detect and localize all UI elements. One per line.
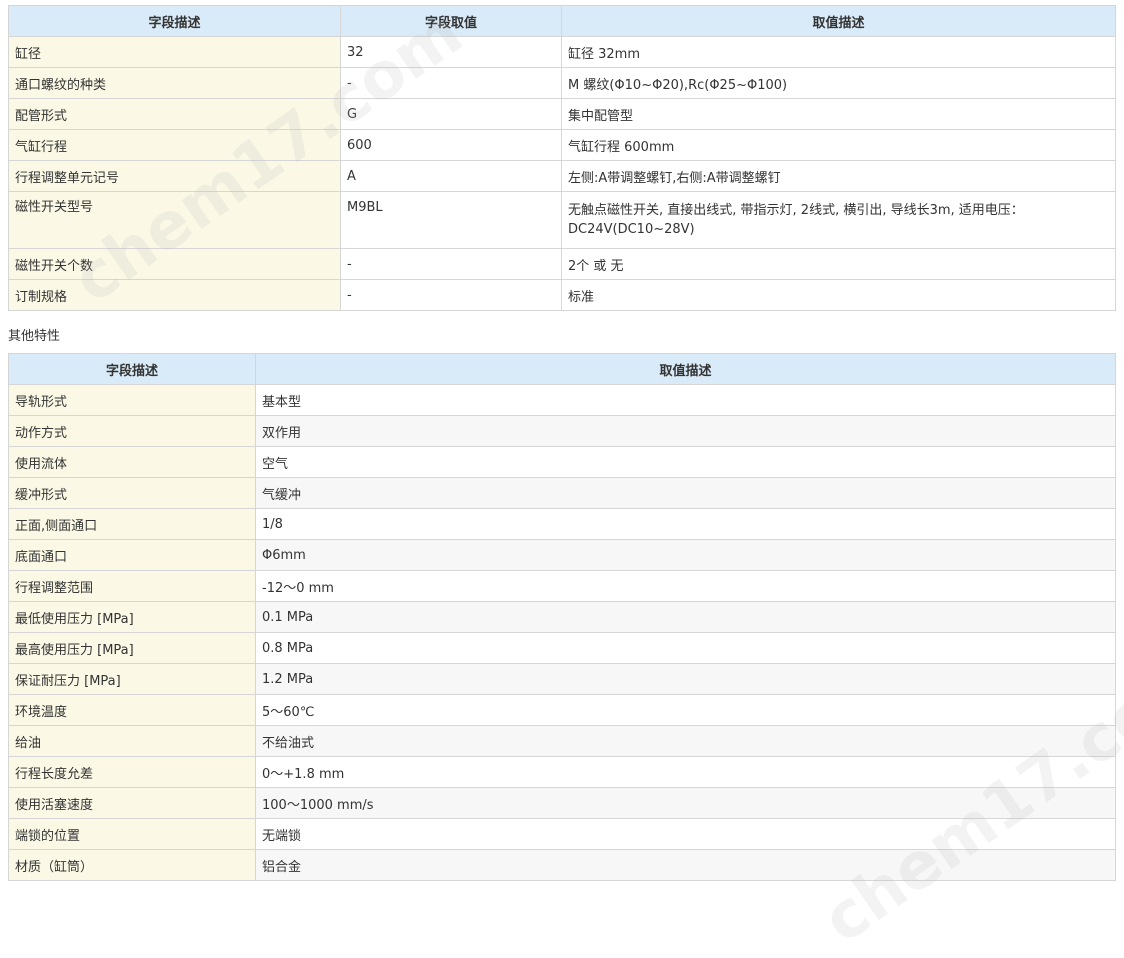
field-cell: 动作方式 — [8, 415, 256, 447]
table-row: 行程调整单元记号 A 左侧:A带调整螺钉,右侧:A带调整螺钉 — [8, 160, 1116, 192]
field-cell: 端锁的位置 — [8, 818, 256, 850]
table-row: 材质（缸筒） 铝合金 — [8, 849, 1116, 881]
field-cell: 行程长度允差 — [8, 756, 256, 788]
desc-cell: 无端锁 — [255, 818, 1116, 850]
field-cell: 行程调整范围 — [8, 570, 256, 602]
field-cell: 底面通口 — [8, 539, 256, 571]
field-cell: 使用活塞速度 — [8, 787, 256, 819]
desc-cell: 5～60℃ — [255, 694, 1116, 726]
table-row: 气缸行程 600 气缸行程 600mm — [8, 129, 1116, 161]
desc-cell: 1/8 — [255, 508, 1116, 540]
table-row: 动作方式 双作用 — [8, 415, 1116, 447]
value-cell: M9BL — [340, 191, 562, 249]
field-cell: 缓冲形式 — [8, 477, 256, 509]
desc-cell: 不给油式 — [255, 725, 1116, 757]
desc-cell: 1.2 MPa — [255, 663, 1116, 695]
desc-cell: 左侧:A带调整螺钉,右侧:A带调整螺钉 — [561, 160, 1116, 192]
field-cell: 最低使用压力 [MPa] — [8, 601, 256, 633]
value-cell: 600 — [340, 129, 562, 161]
desc-cell: -12～0 mm — [255, 570, 1116, 602]
header-field: 字段描述 — [8, 5, 341, 37]
desc-cell: 基本型 — [255, 384, 1116, 416]
field-cell: 磁性开关个数 — [8, 248, 341, 280]
table-row: 导轨形式 基本型 — [8, 384, 1116, 416]
header-value: 字段取值 — [340, 5, 562, 37]
value-cell: A — [340, 160, 562, 192]
table-row: 端锁的位置 无端锁 — [8, 818, 1116, 850]
field-cell: 配管形式 — [8, 98, 341, 130]
desc-cell: M 螺纹(Φ10~Φ20),Rc(Φ25~Φ100) — [561, 67, 1116, 99]
desc-cell: 气缓冲 — [255, 477, 1116, 509]
desc-cell: Φ6mm — [255, 539, 1116, 571]
table-row: 行程调整范围 -12～0 mm — [8, 570, 1116, 602]
table-header-row: 字段描述 取值描述 — [8, 353, 1116, 385]
header-field: 字段描述 — [8, 353, 256, 385]
table-row: 底面通口 Φ6mm — [8, 539, 1116, 571]
header-desc: 取值描述 — [255, 353, 1116, 385]
desc-cell: 双作用 — [255, 415, 1116, 447]
table-row: 订制规格 - 标准 — [8, 279, 1116, 311]
field-cell: 正面,侧面通口 — [8, 508, 256, 540]
table-row: 磁性开关个数 - 2个 或 无 — [8, 248, 1116, 280]
other-features-table: 字段描述 取值描述 导轨形式 基本型 动作方式 双作用 使用流体 空气 缓冲形式 气缓冲… — [8, 353, 1116, 881]
table-row: 配管形式 G 集中配管型 — [8, 98, 1116, 130]
table-row: 保证耐压力 [MPa] 1.2 MPa — [8, 663, 1116, 695]
field-cell: 导轨形式 — [8, 384, 256, 416]
desc-cell: 缸径 32mm — [561, 36, 1116, 68]
desc-cell: 集中配管型 — [561, 98, 1116, 130]
table-header-row: 字段描述 字段取值 取值描述 — [8, 5, 1116, 37]
table-row: 使用活塞速度 100～1000 mm/s — [8, 787, 1116, 819]
table-row: 环境温度 5～60℃ — [8, 694, 1116, 726]
table-row: 正面,侧面通口 1/8 — [8, 508, 1116, 540]
field-cell: 磁性开关型号 — [8, 191, 341, 249]
table-row: 缸径 32 缸径 32mm — [8, 36, 1116, 68]
desc-cell: 0.8 MPa — [255, 632, 1116, 664]
value-cell: 32 — [340, 36, 562, 68]
header-desc: 取值描述 — [561, 5, 1116, 37]
field-cell: 气缸行程 — [8, 129, 341, 161]
table-row: 最高使用压力 [MPa] 0.8 MPa — [8, 632, 1116, 664]
table-row: 缓冲形式 气缓冲 — [8, 477, 1116, 509]
field-cell: 保证耐压力 [MPa] — [8, 663, 256, 695]
field-cell: 最高使用压力 [MPa] — [8, 632, 256, 664]
desc-cell: 0.1 MPa — [255, 601, 1116, 633]
value-cell: G — [340, 98, 562, 130]
table-row: 最低使用压力 [MPa] 0.1 MPa — [8, 601, 1116, 633]
spec-table: 字段描述 字段取值 取值描述 缸径 32 缸径 32mm 通口螺纹的种类 - M… — [8, 5, 1116, 311]
field-cell: 缸径 — [8, 36, 341, 68]
table-row: 使用流体 空气 — [8, 446, 1116, 478]
field-cell: 给油 — [8, 725, 256, 757]
field-cell: 材质（缸筒） — [8, 849, 256, 881]
table-row: 给油 不给油式 — [8, 725, 1116, 757]
section-title: 其他特性 — [8, 329, 61, 344]
desc-cell: 铝合金 — [255, 849, 1116, 881]
desc-cell: 空气 — [255, 446, 1116, 478]
field-cell: 环境温度 — [8, 694, 256, 726]
field-cell: 使用流体 — [8, 446, 256, 478]
field-cell: 订制规格 — [8, 279, 341, 311]
desc-cell: 2个 或 无 — [561, 248, 1116, 280]
value-cell: - — [340, 279, 562, 311]
field-cell: 行程调整单元记号 — [8, 160, 341, 192]
value-cell: - — [340, 67, 562, 99]
desc-cell: 0～+1.8 mm — [255, 756, 1116, 788]
desc-cell: 气缸行程 600mm — [561, 129, 1116, 161]
value-cell: - — [340, 248, 562, 280]
desc-cell: 100～1000 mm/s — [255, 787, 1116, 819]
desc-cell: 标准 — [561, 279, 1116, 311]
field-cell: 通口螺纹的种类 — [8, 67, 341, 99]
desc-cell: 无触点磁性开关, 直接出线式, 带指示灯, 2线式, 横引出, 导线长3m, 适… — [561, 191, 1116, 249]
table-row: 行程长度允差 0～+1.8 mm — [8, 756, 1116, 788]
table-row: 通口螺纹的种类 - M 螺纹(Φ10~Φ20),Rc(Φ25~Φ100) — [8, 67, 1116, 99]
table-row: 磁性开关型号 M9BL 无触点磁性开关, 直接出线式, 带指示灯, 2线式, 横… — [8, 191, 1116, 249]
